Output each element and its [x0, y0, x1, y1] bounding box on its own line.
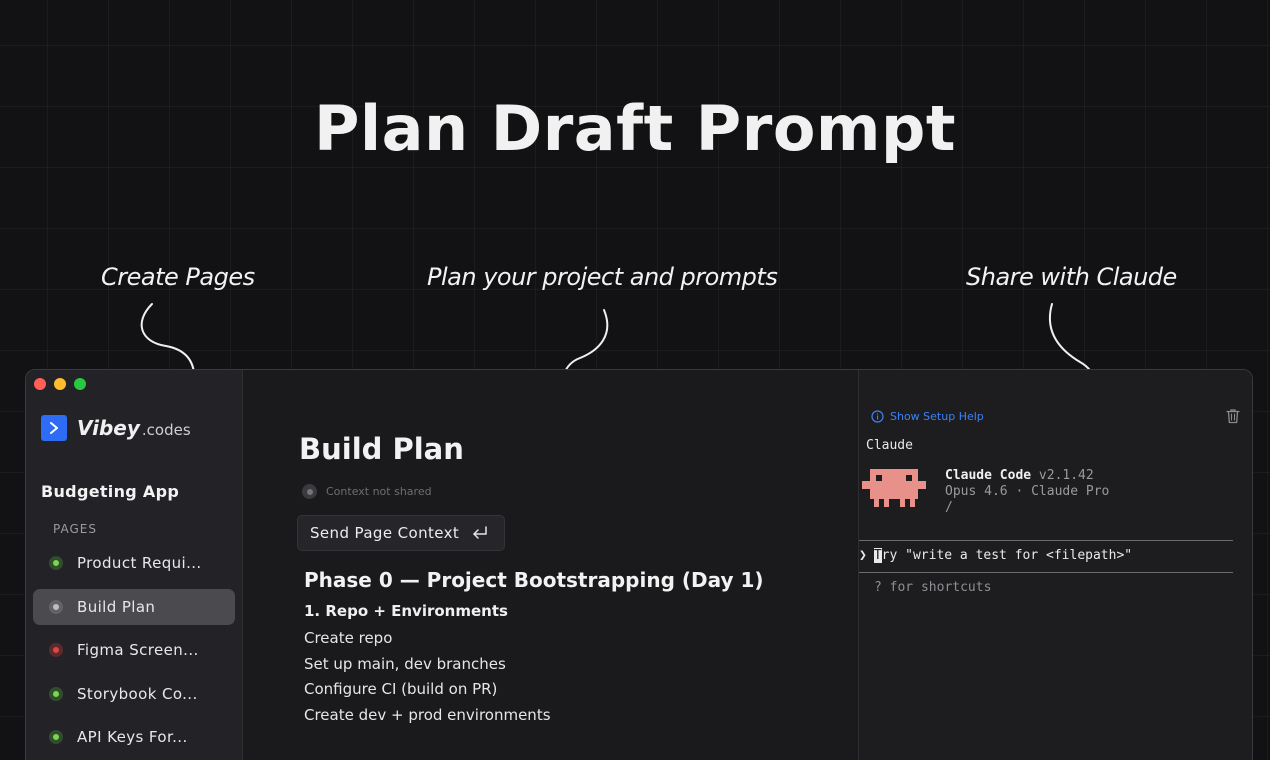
show-setup-help-link[interactable]: Show Setup Help: [871, 410, 984, 423]
status-dot-icon: [49, 643, 63, 658]
claude-code-version: v2.1.42: [1038, 468, 1094, 483]
sidebar-item-api-keys[interactable]: API Keys For...: [33, 719, 235, 755]
task-item: Configure CI (build on PR): [304, 680, 498, 699]
prompt-chevron-icon: ❯: [859, 548, 867, 563]
page-list: Product Requi... Build Plan Figma Screen…: [33, 545, 235, 760]
status-dot-icon: [49, 730, 63, 745]
section-heading: 1. Repo + Environments: [304, 602, 508, 620]
model-info: Opus 4.6 · Claude Pro: [945, 484, 1110, 499]
logo-suffix: .codes: [141, 421, 191, 439]
context-status-text: Context not shared: [326, 485, 432, 498]
project-title[interactable]: Budgeting App: [41, 482, 179, 501]
app-logo[interactable]: Vibey .codes: [41, 415, 191, 441]
chevron-right-icon: [41, 415, 67, 441]
phase-heading: Phase 0 — Project Bootstrapping (Day 1): [304, 568, 764, 592]
app-window: Vibey .codes Budgeting App PAGES Product…: [25, 369, 1253, 760]
working-directory: /: [945, 500, 953, 515]
sidebar-item-label: Figma Screen...: [77, 641, 199, 660]
maximize-window-button[interactable]: [74, 378, 86, 390]
page-title[interactable]: Build Plan: [299, 432, 464, 466]
annotation-share-claude: Share with Claude: [966, 263, 1177, 291]
sidebar-item-label: Product Requi...: [77, 554, 202, 572]
task-list: Create repo Set up main, dev branches Co…: [304, 628, 551, 731]
prompt-bottom-rule: [859, 572, 1233, 573]
info-icon: [871, 410, 884, 423]
send-page-context-button[interactable]: Send Page Context: [297, 515, 505, 551]
terminal-pane: Show Setup Help Claude Claude Code v2.1.…: [858, 370, 1252, 760]
send-page-context-label: Send Page Context: [310, 524, 460, 542]
claude-code-name: Claude Code: [945, 468, 1032, 483]
status-dot-icon: [49, 686, 63, 701]
show-setup-help-label: Show Setup Help: [890, 410, 984, 423]
terminal-session-label: Claude: [866, 438, 913, 453]
sidebar-item-product-requirements[interactable]: Product Requi...: [33, 545, 235, 581]
text-cursor: T: [873, 548, 882, 563]
sidebar-item-label: Build Plan: [77, 597, 156, 616]
prompt-placeholder: ry "write a test for <filepath>": [881, 548, 1133, 563]
claude-mascot-icon: [862, 469, 926, 507]
claude-code-title: Claude Code v2.1.42: [945, 468, 1094, 483]
prompt-top-rule: [859, 540, 1233, 541]
status-dot-icon: [49, 599, 63, 614]
status-dot-icon: [49, 556, 63, 570]
shortcuts-hint: ? for shortcuts: [874, 580, 992, 595]
headline: Plan Draft Prompt: [313, 92, 957, 165]
task-item: Set up main, dev branches: [304, 654, 506, 673]
context-status-icon: [302, 484, 317, 499]
trash-icon[interactable]: [1226, 408, 1240, 424]
pages-section-label: PAGES: [53, 522, 97, 536]
annotation-create-pages: Create Pages: [101, 263, 255, 291]
enter-return-icon: [473, 526, 487, 539]
close-window-button[interactable]: [34, 378, 46, 390]
sidebar-item-figma-screens[interactable]: Figma Screen...: [33, 632, 235, 668]
sidebar-item-storybook[interactable]: Storybook Co...: [33, 676, 235, 712]
annotation-plan-project: Plan your project and prompts: [427, 263, 778, 291]
prompt-input[interactable]: ❯ T ry "write a test for <filepath>": [859, 548, 1132, 563]
terminal-header: Show Setup Help: [859, 370, 1252, 436]
task-item: Create dev + prod environments: [304, 706, 551, 725]
minimize-window-button[interactable]: [54, 378, 66, 390]
window-controls: [34, 378, 86, 390]
terminal-output[interactable]: Claude Claude Code v2.1.42 Opus 4.6 · Cl…: [859, 436, 1252, 760]
logo-name: Vibey: [77, 416, 140, 440]
task-item: Create repo: [304, 629, 393, 647]
sidebar-item-label: Storybook Co...: [77, 684, 198, 703]
sidebar-item-label: API Keys For...: [77, 728, 188, 747]
sidebar-item-build-plan[interactable]: Build Plan: [33, 588, 235, 625]
context-status: Context not shared: [302, 484, 432, 499]
editor-pane: Build Plan Context not shared Send Page …: [244, 370, 858, 760]
sidebar: Vibey .codes Budgeting App PAGES Product…: [26, 370, 243, 760]
